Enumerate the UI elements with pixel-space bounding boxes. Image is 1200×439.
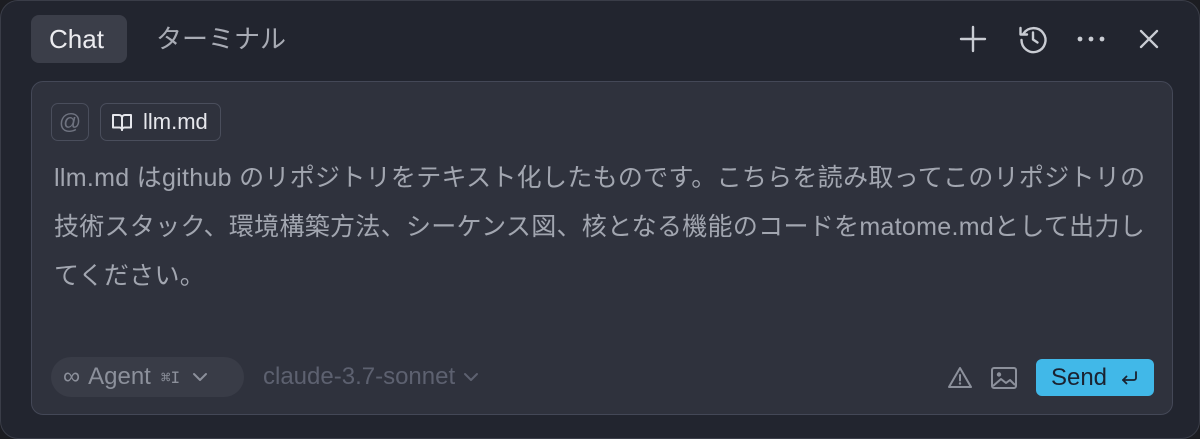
- agent-mode-button[interactable]: ∞ Agent ⌘I: [51, 357, 244, 397]
- return-icon: [1119, 370, 1139, 386]
- model-selector[interactable]: claude-3.7-sonnet: [263, 357, 479, 397]
- infinity-icon: ∞: [63, 363, 81, 390]
- send-label: Send: [1050, 363, 1108, 391]
- agent-mode-label: Agent: [88, 363, 151, 390]
- chevron-down-icon: [192, 372, 208, 382]
- mention-button[interactable]: @: [51, 103, 89, 141]
- agent-shortcut: ⌘I: [160, 367, 181, 387]
- close-icon[interactable]: [1129, 19, 1169, 59]
- chat-panel: Chat ターミナル @ llm.md llm.md はgithub のリポジト…: [0, 0, 1200, 439]
- warning-icon[interactable]: [947, 365, 973, 391]
- message-composer: @ llm.md llm.md はgithub のリポジトリをテキスト化したもの…: [31, 81, 1173, 415]
- tab-terminal[interactable]: ターミナル: [138, 15, 304, 63]
- model-name: claude-3.7-sonnet: [263, 363, 456, 390]
- send-button[interactable]: Send: [1036, 359, 1154, 396]
- panel-header: Chat ターミナル: [1, 1, 1199, 79]
- plus-icon[interactable]: [953, 19, 993, 59]
- book-icon: [111, 112, 133, 132]
- more-icon[interactable]: [1071, 19, 1111, 59]
- attached-file-name: llm.md: [143, 109, 208, 134]
- prompt-input[interactable]: llm.md はgithub のリポジトリをテキスト化したものです。こちらを読み…: [54, 154, 1154, 301]
- tab-chat[interactable]: Chat: [31, 15, 127, 63]
- history-icon[interactable]: [1013, 19, 1053, 59]
- image-icon[interactable]: [990, 365, 1018, 391]
- attached-file-chip[interactable]: llm.md: [100, 103, 221, 141]
- chevron-down-icon: [463, 372, 479, 382]
